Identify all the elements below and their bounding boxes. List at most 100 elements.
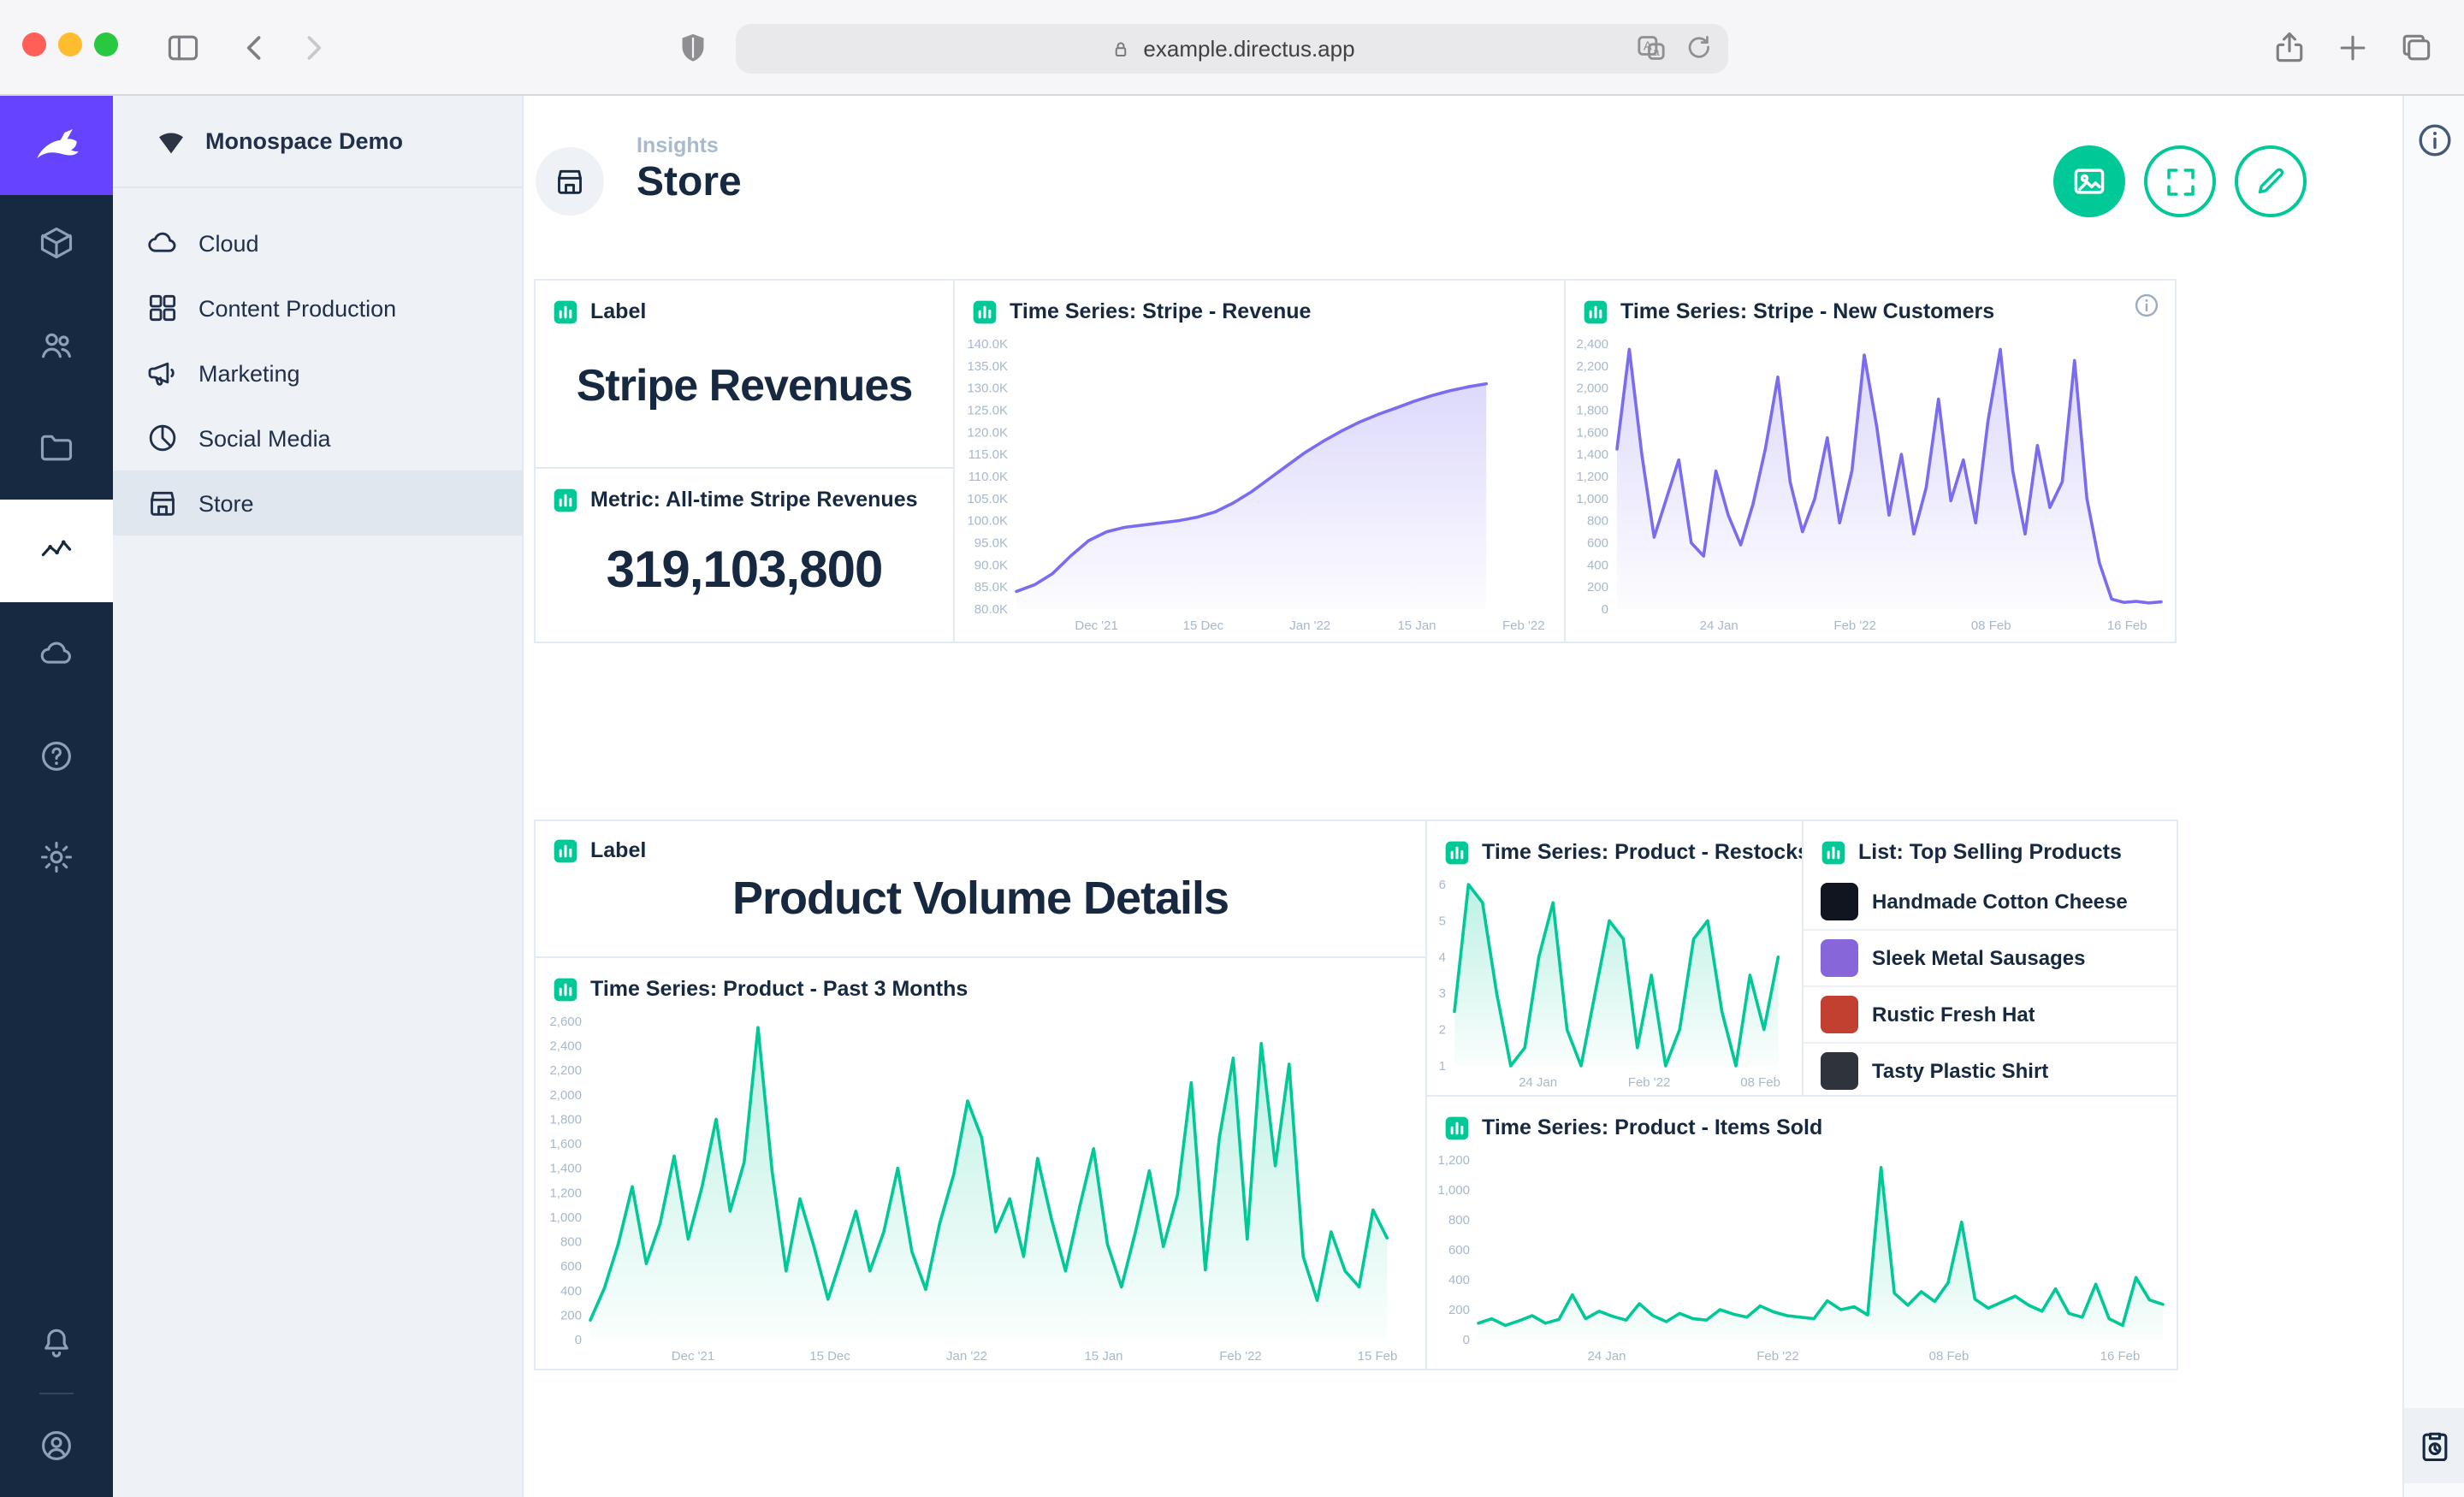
panel-chart-icon — [1821, 839, 1846, 865]
svg-text:Dec '21: Dec '21 — [672, 1349, 714, 1364]
edit-panels-button[interactable] — [2235, 145, 2307, 217]
address-bar[interactable]: example.directus.app Aa — [736, 24, 1728, 74]
module-cloud-icon[interactable] — [0, 602, 113, 705]
svg-text:Jan '22: Jan '22 — [946, 1349, 987, 1364]
fullscreen-button[interactable] — [2144, 145, 2216, 217]
directus-logo[interactable] — [0, 96, 113, 195]
svg-text:1,400: 1,400 — [1576, 447, 1608, 462]
user-avatar[interactable] — [0, 1394, 113, 1497]
reload-icon[interactable] — [1682, 31, 1715, 65]
svg-text:Jan '22: Jan '22 — [1289, 618, 1330, 633]
list-item[interactable]: Sleek Metal Sausages — [1804, 929, 2177, 985]
module-settings-icon[interactable] — [0, 806, 113, 908]
privacy-shield-icon[interactable] — [674, 29, 712, 67]
svg-text:1,600: 1,600 — [549, 1137, 582, 1151]
svg-text:Feb '22: Feb '22 — [1502, 618, 1545, 633]
sidebar-item-store[interactable]: Store — [113, 470, 522, 535]
panel-chart-icon — [1583, 299, 1608, 324]
svg-text:Feb '22: Feb '22 — [1628, 1075, 1671, 1090]
right-rail — [2402, 96, 2464, 1497]
panel-label-stripe: Label Stripe Revenues Metric: All-time S… — [534, 279, 955, 643]
panel-chart-icon — [1444, 1115, 1470, 1140]
product-thumbnail — [1821, 1052, 1858, 1090]
list-item[interactable]: Tasty Plastic Shirt — [1804, 1042, 2177, 1098]
forward-icon[interactable] — [294, 29, 332, 67]
product-restocks-chart: 65432124 JanFeb '2208 Feb — [1427, 873, 1802, 1092]
svg-text:1,200: 1,200 — [1437, 1153, 1470, 1168]
svg-text:105.0K: 105.0K — [967, 492, 1008, 506]
sidebar-item-label: Content Production — [198, 295, 396, 321]
panel-title: Metric: All-time Stripe Revenues — [590, 488, 918, 512]
svg-text:90.0K: 90.0K — [974, 558, 1008, 572]
svg-text:15 Jan: 15 Jan — [1084, 1349, 1122, 1364]
svg-text:1,800: 1,800 — [549, 1112, 582, 1127]
tab-overview-icon[interactable] — [2397, 29, 2435, 67]
module-content-icon[interactable] — [0, 192, 113, 294]
list-item[interactable]: Rustic Fresh Hat — [1804, 985, 2177, 1042]
panel-image-button[interactable] — [2053, 145, 2125, 217]
panel-chart-icon — [972, 299, 998, 324]
activity-log-button[interactable] — [2404, 1408, 2464, 1483]
new-tab-icon[interactable] — [2334, 29, 2372, 67]
list-item[interactable]: Handmade Cotton Cheese — [1804, 873, 2177, 929]
cloud-icon — [145, 226, 180, 260]
share-icon[interactable] — [2271, 29, 2308, 67]
translate-icon[interactable]: Aa — [1634, 31, 1668, 65]
svg-text:800: 800 — [1448, 1213, 1470, 1228]
svg-text:200: 200 — [1587, 580, 1608, 595]
svg-text:5: 5 — [1439, 914, 1446, 928]
svg-text:110.0K: 110.0K — [968, 470, 1008, 484]
panel-chart-icon — [553, 976, 578, 1002]
svg-text:1,000: 1,000 — [549, 1210, 582, 1225]
panel-title: Label — [590, 299, 646, 323]
svg-text:16 Feb: 16 Feb — [2100, 1349, 2141, 1364]
svg-text:140.0K: 140.0K — [967, 337, 1008, 352]
panel-ts-stripe-new-customers: Time Series: Stripe - New Customers 2,40… — [1564, 279, 2177, 643]
svg-text:200: 200 — [1448, 1303, 1470, 1317]
sidebar-item-social-media[interactable]: Social Media — [113, 405, 522, 470]
svg-text:2,000: 2,000 — [549, 1088, 582, 1103]
svg-text:1,600: 1,600 — [1576, 425, 1608, 440]
svg-text:1: 1 — [1439, 1059, 1446, 1074]
svg-text:2,000: 2,000 — [1576, 382, 1608, 396]
module-help-icon[interactable] — [0, 705, 113, 808]
panel-ts-product-restocks: Time Series: Product - Restocks 65432124… — [1425, 820, 1804, 1097]
panel-info-icon[interactable] — [2132, 291, 2161, 320]
svg-text:24 Jan: 24 Jan — [1587, 1349, 1626, 1364]
module-insights-icon[interactable] — [0, 500, 113, 602]
sidebar-item-content-production[interactable]: Content Production — [113, 275, 522, 340]
svg-text:Feb '22: Feb '22 — [1756, 1349, 1799, 1364]
panel-ts-stripe-revenue: Time Series: Stripe - Revenue 140.0K135.… — [953, 279, 1566, 643]
close-window-button[interactable] — [22, 33, 46, 56]
breadcrumb[interactable]: Insights — [637, 133, 719, 157]
product-name: Handmade Cotton Cheese — [1872, 889, 2128, 913]
back-icon[interactable] — [236, 29, 274, 67]
svg-text:Feb '22: Feb '22 — [1219, 1349, 1262, 1364]
sidebar-toggle-icon[interactable] — [164, 29, 202, 67]
top-selling-list: Handmade Cotton Cheese Sleek Metal Sausa… — [1804, 873, 2177, 1098]
sidebar-item-cloud[interactable]: Cloud — [113, 210, 522, 275]
project-header[interactable]: Monospace Demo — [113, 96, 522, 186]
url-text: example.directus.app — [1143, 36, 1354, 62]
notifications-bell-icon[interactable] — [0, 1292, 113, 1394]
svg-text:1,800: 1,800 — [1576, 404, 1608, 418]
svg-text:08 Feb: 08 Feb — [1929, 1349, 1969, 1364]
zoom-window-button[interactable] — [94, 33, 118, 56]
svg-text:80.0K: 80.0K — [974, 602, 1008, 617]
sidebar-item-marketing[interactable]: Marketing — [113, 340, 522, 405]
storefront-icon — [145, 486, 180, 520]
minimize-window-button[interactable] — [58, 33, 82, 56]
svg-text:1,200: 1,200 — [549, 1186, 582, 1200]
svg-text:24 Jan: 24 Jan — [1700, 618, 1738, 633]
product-thumbnail — [1821, 996, 1858, 1033]
svg-text:Feb '22: Feb '22 — [1833, 618, 1876, 633]
svg-text:3: 3 — [1439, 986, 1446, 1001]
info-icon[interactable] — [2414, 120, 2455, 161]
dashboard-main: Insights Store Label Stripe Rev — [524, 96, 2402, 1497]
svg-text:400: 400 — [560, 1284, 582, 1299]
module-files-icon[interactable] — [0, 397, 113, 500]
module-users-icon[interactable] — [0, 294, 113, 397]
svg-text:800: 800 — [560, 1235, 582, 1250]
module-bar — [0, 96, 113, 1497]
pencil-icon — [2254, 164, 2288, 198]
